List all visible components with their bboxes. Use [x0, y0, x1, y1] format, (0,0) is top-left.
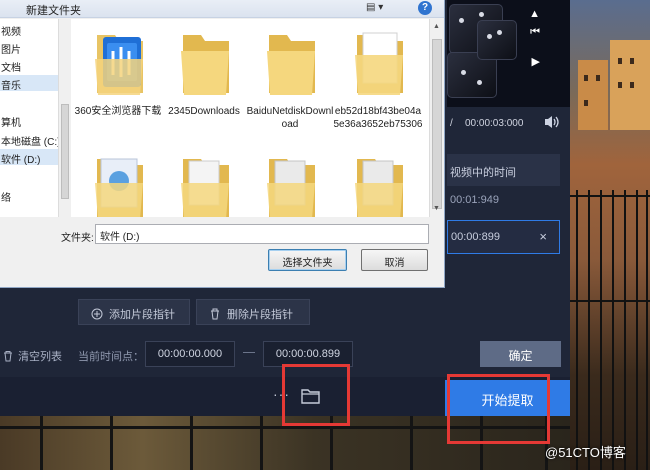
help-icon[interactable]: ? — [418, 1, 432, 15]
time-range-dash — [243, 352, 255, 353]
confirm-button[interactable]: 确定 — [480, 341, 561, 367]
segment-row[interactable]: 00:01:949 — [447, 194, 499, 206]
folder-icon — [267, 159, 315, 217]
nav-item-network[interactable]: 络 — [0, 187, 58, 203]
folder-icon — [181, 35, 229, 95]
dialog-toolbar: 新建文件夹 ▤ ▾ ? — [0, 0, 444, 18]
nav-item-drive-c[interactable]: 本地磁盘 (C:) — [0, 131, 58, 147]
add-segment-label: 添加片段指针 — [109, 309, 175, 321]
time-separator: / — [450, 118, 453, 129]
folder-item[interactable]: BaiduNetdiskDownload — [245, 21, 335, 131]
new-folder-button[interactable]: 新建文件夹 — [26, 2, 81, 18]
nav-item-computer[interactable]: 算机 — [0, 112, 58, 128]
forward-icon[interactable]: ▶ — [532, 55, 540, 68]
remove-segment-icon[interactable]: × — [539, 229, 547, 244]
folder-label: 文件夹: — [61, 233, 94, 244]
scrollbar-thumb[interactable] — [432, 39, 442, 209]
highlight-box-extract — [447, 374, 550, 444]
nav-item-drive-d[interactable]: 软件 (D:) — [0, 149, 58, 165]
file-name: 2345Downloads — [168, 106, 240, 117]
folder-item[interactable] — [333, 145, 423, 217]
nav-item-videos[interactable]: 视频 — [0, 21, 58, 37]
rewind-icon[interactable]: ⏮ — [530, 26, 540, 39]
file-list: 360安全浏览器下载 2345Downloads BaiduNetdiskDow… — [71, 19, 429, 217]
plus-circle-icon — [91, 308, 103, 320]
folder-360-icon — [95, 35, 143, 95]
delete-segment-label: 删除片段指针 — [227, 309, 293, 321]
folder-item[interactable] — [159, 145, 249, 217]
current-timepoint-label: 当前时间点： — [78, 351, 144, 363]
folder-icon — [181, 159, 229, 217]
file-name: BaiduNetdiskDownload — [246, 106, 334, 130]
folder-item[interactable] — [73, 145, 163, 217]
cancel-button[interactable]: 取消 — [361, 249, 428, 271]
browse-folder-dialog: 新建文件夹 ▤ ▾ ? 视频 图片 文档 音乐 算机 本地磁盘 (C:) 软件 … — [0, 0, 445, 288]
video-preview[interactable]: ▲ ⏮ ▶ — [447, 0, 570, 107]
clear-list-label: 清空列表 — [18, 351, 63, 363]
total-time: 00:00:03:000 — [465, 118, 524, 129]
segment-time-panel: 视频中的时间 00:01:949 00:00:899 × — [447, 154, 560, 254]
view-options-button[interactable]: ▤ ▾ — [366, 2, 390, 15]
folder-media-icon — [95, 158, 143, 217]
nav-scrollbar[interactable] — [58, 19, 70, 217]
watermark: @51CTO博客 — [545, 445, 626, 460]
folder-item[interactable]: 360安全浏览器下载 — [73, 21, 163, 131]
add-segment-button[interactable]: 添加片段指针 — [78, 299, 190, 325]
nav-item-pictures[interactable]: 图片 — [0, 39, 58, 55]
segment-row-selected[interactable]: 00:00:899 × — [447, 220, 560, 254]
folder-doc-icon — [355, 32, 403, 95]
folder-icon — [355, 159, 403, 217]
volume-icon[interactable] — [544, 115, 560, 129]
background-photo — [570, 0, 650, 470]
nav-item-music[interactable]: 音乐 — [0, 75, 58, 91]
delete-segment-button[interactable]: 删除片段指针 — [196, 299, 310, 325]
scroll-up-icon[interactable]: ▲ — [433, 23, 440, 30]
file-name: eb52d18bf43be04a5e36a3652eb75306 — [333, 106, 423, 130]
folder-item[interactable]: eb52d18bf43be04a5e36a3652eb75306 — [333, 21, 423, 141]
file-list-scrollbar[interactable]: ▲ ▼ — [429, 19, 444, 217]
file-name: 360安全浏览器下载 — [74, 106, 162, 117]
clear-list-button[interactable]: 清空列表 — [0, 342, 72, 368]
folder-item[interactable] — [245, 145, 335, 217]
highlight-box-folder — [282, 364, 350, 426]
segment-time-value: 00:00:899 — [451, 231, 500, 243]
scrollbar-thumb[interactable] — [61, 104, 69, 199]
folder-input[interactable]: 软件 (D:) — [95, 224, 429, 244]
trash-icon — [3, 351, 15, 365]
select-folder-button[interactable]: 选择文件夹 — [268, 249, 347, 271]
folder-item[interactable]: 2345Downloads — [159, 21, 249, 131]
segment-time-header: 视频中的时间 — [447, 154, 560, 186]
trash-icon — [209, 308, 221, 320]
folder-icon — [267, 35, 315, 95]
fullscreen-icon[interactable]: ▲ — [529, 8, 540, 20]
start-time-field[interactable]: 00:00:00.000 — [145, 341, 235, 367]
navigation-pane: 视频 图片 文档 音乐 算机 本地磁盘 (C:) 软件 (D:) 络 — [0, 19, 58, 217]
scroll-down-icon[interactable]: ▼ — [433, 205, 440, 212]
nav-item-documents[interactable]: 文档 — [0, 57, 58, 73]
